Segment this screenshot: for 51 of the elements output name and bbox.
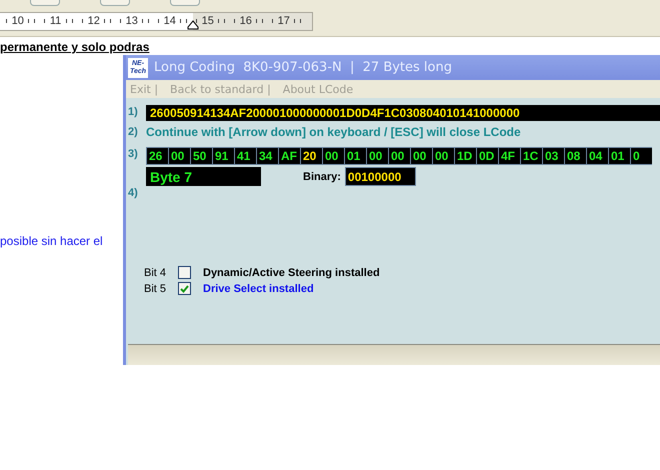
document-text: permanente y solo podras [0,40,150,54]
link-text[interactable]: posible sin hacer el [0,234,103,248]
byte-cell[interactable]: 00 [168,147,190,165]
ruler-number: 11 [50,15,62,27]
byte-cell[interactable]: 0 [630,147,652,165]
row-number: 2) [128,125,139,138]
byte-cell[interactable]: 00 [432,147,454,165]
binary-field: 00100000 [344,167,416,186]
checkbox[interactable] [178,282,191,295]
hint-text: Continue with [Arrow down] on keyboard / [ESC] will close LCode [146,125,521,139]
window-title: Long Coding 8K0-907-063-N | 27 Bytes long [154,60,452,75]
byte-cell[interactable]: 1C [520,147,542,165]
checkbox[interactable] [178,266,191,279]
row-number: 4) [128,186,139,199]
byte-cell[interactable]: 4F [498,147,520,165]
byte-cell[interactable]: 34 [256,147,278,165]
bit-label: Bit 5 [144,282,168,294]
byte-cell[interactable]: 01 [608,147,630,165]
byte-cell[interactable]: AF [278,147,300,165]
ruler-number: 16 [240,15,252,27]
byte-cell[interactable]: 1D [454,147,476,165]
ruler-number: 13 [126,15,138,27]
byte-cell[interactable]: 41 [234,147,256,165]
byte-label: Byte 7 [146,167,261,186]
byte-cell[interactable]: 00 [366,147,388,165]
byte-cell[interactable]: 08 [564,147,586,165]
ruler-number: 12 [88,15,100,27]
ruler-number: 14 [164,15,176,27]
byte-cell[interactable]: 0D [476,147,498,165]
ruler-number: 17 [278,15,290,27]
coding-field[interactable]: 260050914134AF200001000000001D0D4F1C030804010141000000 [146,105,660,121]
option-label: Drive Select installed [203,282,314,294]
indent-marker-icon[interactable] [187,20,199,30]
byte-cell[interactable]: 20 [300,147,322,165]
ruler-number: 15 [202,15,214,27]
byte-cell[interactable]: 04 [586,147,608,165]
byte-cell[interactable]: 26 [146,147,168,165]
byte-cell[interactable]: 03 [542,147,564,165]
byte-cell[interactable]: 91 [212,147,234,165]
ruler-number: 10 [12,15,24,27]
byte-cell[interactable]: 50 [190,147,212,165]
check-icon [180,284,189,292]
byte-cell[interactable]: 01 [344,147,366,165]
binary-label: Binary: [303,170,341,182]
bit-label: Bit 4 [144,266,168,278]
row-number: 3) [128,147,139,160]
byte-cell[interactable]: 00 [388,147,410,165]
row-number: 1) [128,105,139,118]
byte-cell[interactable]: 00 [322,147,344,165]
byte-cell[interactable]: 00 [410,147,432,165]
option-label: Dynamic/Active Steering installed [203,266,380,278]
